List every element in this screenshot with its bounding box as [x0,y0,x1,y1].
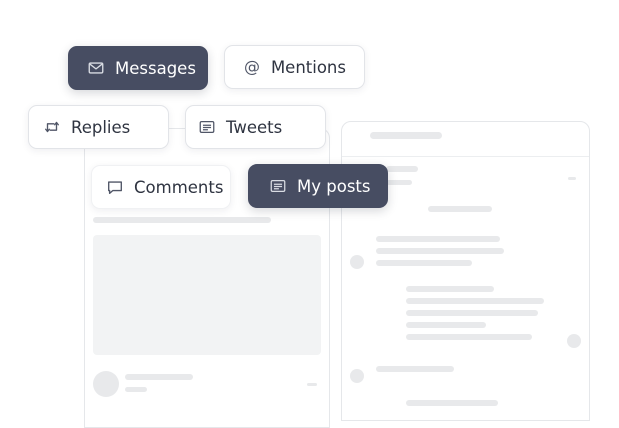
skeleton-dash [568,177,576,180]
skeleton-media-block [93,235,321,355]
filter-tweets-button[interactable]: Tweets [185,105,326,149]
skeleton-reply-line [406,322,486,328]
skeleton-meta-line [125,387,147,392]
skeleton-reply-line [406,298,544,304]
filter-comments-label: Comments [134,177,224,197]
filter-mentions-label: Mentions [270,57,346,77]
skeleton-message-line [376,366,454,372]
skeleton-title-line [93,217,271,223]
filter-messages-label: Messages [115,58,196,78]
filter-replies-button[interactable]: Replies [28,105,169,149]
skeleton-message-line [406,400,498,406]
skeleton-message-line [376,236,500,242]
filter-messages-button[interactable]: Messages [68,46,208,90]
filter-mentions-button[interactable]: @ Mentions [224,45,365,89]
skeleton-avatar [350,369,364,383]
skeleton-reply-line [406,334,532,340]
skeleton-name-line [125,374,193,380]
skeleton-header-line [370,132,442,139]
filter-replies-label: Replies [71,117,131,137]
envelope-icon [87,59,105,77]
at-sign-icon: @ [243,57,260,76]
skeleton-message-line [376,260,472,266]
skeleton-reply-line [406,310,538,316]
skeleton-reply-line [406,286,494,292]
filter-my-posts-button[interactable]: My posts [248,164,388,208]
filter-tweets-label: Tweets [226,117,283,137]
retweet-icon [43,118,61,136]
skeleton-line [386,180,412,185]
panel-header-divider [342,156,589,157]
skeleton-avatar [567,334,581,348]
skeleton-message-line [376,248,504,254]
filter-my-posts-label: My posts [297,176,371,196]
filter-comments-button[interactable]: Comments [91,165,231,209]
skeleton-avatar [350,255,364,269]
skeleton-date-line [428,206,492,212]
document-lines-icon [269,177,287,195]
document-lines-icon [198,118,216,136]
skeleton-dash [307,383,317,386]
skeleton-avatar [93,371,119,397]
skeleton-line [386,166,418,172]
speech-bubble-icon [106,178,124,196]
